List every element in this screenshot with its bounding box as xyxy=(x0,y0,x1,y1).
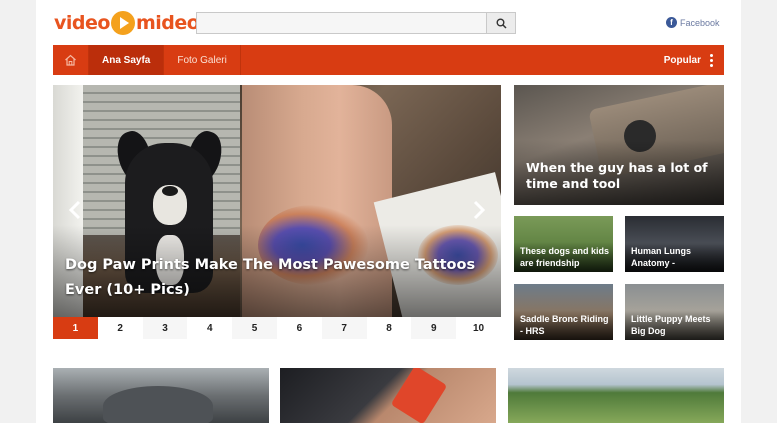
pager-item-10[interactable]: 10 xyxy=(456,317,501,339)
thumb-card[interactable]: These dogs and kids are friendship xyxy=(514,216,613,272)
pager-item-3[interactable]: 3 xyxy=(142,317,188,339)
search-icon xyxy=(496,18,507,29)
facebook-label: Facebook xyxy=(680,17,720,28)
chevron-left-icon xyxy=(68,200,81,220)
logo-text-video: video xyxy=(54,12,110,34)
logo-text-mideo: mideo xyxy=(135,12,200,34)
thumb-card[interactable]: Saddle Bronc Riding - HRS xyxy=(514,284,613,340)
pager-item-8[interactable]: 8 xyxy=(366,317,412,339)
thumb-caption: Little Puppy Meets Big Dog xyxy=(631,314,711,336)
slider-next-button[interactable] xyxy=(471,199,487,221)
thumb-card[interactable]: Little Puppy Meets Big Dog xyxy=(625,284,724,340)
thumb-caption: These dogs and kids are friendship xyxy=(520,246,610,268)
nav-item-ana-sayfa[interactable]: Ana Sayfa xyxy=(89,45,165,75)
thumb-caption: Human Lungs Anatomy - xyxy=(631,246,691,268)
logo-play-icon xyxy=(110,11,135,35)
facebook-link[interactable]: f Facebook xyxy=(666,17,720,28)
popular-label: Popular xyxy=(663,54,701,66)
slide-caption[interactable]: Dog Paw Prints Make The Most Pawesome Ta… xyxy=(65,253,495,303)
popular-menu-button[interactable]: Popular xyxy=(664,45,724,75)
pager-item-9[interactable]: 9 xyxy=(411,317,457,339)
pager-item-5[interactable]: 5 xyxy=(232,317,277,339)
pager-item-6[interactable]: 6 xyxy=(276,317,322,339)
slider-pager: 1 2 3 4 5 6 7 8 9 10 xyxy=(53,317,501,339)
thumb-card[interactable]: Human Lungs Anatomy - xyxy=(625,216,724,272)
chevron-right-icon xyxy=(473,200,486,220)
search-input[interactable] xyxy=(197,13,487,33)
home-icon xyxy=(65,54,76,66)
main-nav: Ana Sayfa Foto Galeri Popular xyxy=(53,45,724,75)
facebook-icon: f xyxy=(666,17,677,28)
search-button[interactable] xyxy=(486,13,515,33)
video-card-field[interactable] xyxy=(508,368,724,423)
vertical-dots-icon xyxy=(710,53,713,67)
pager-item-2[interactable]: 2 xyxy=(97,317,143,339)
nav-item-foto-galeri[interactable]: Foto Galeri xyxy=(164,45,241,75)
page: video mideo f Facebook Ana Sayfa Foto Ga… xyxy=(36,0,741,423)
featured-card-caption: When the guy has a lot of time and tool xyxy=(526,160,708,191)
slider-prev-button[interactable] xyxy=(67,199,83,221)
video-card-elephant[interactable] xyxy=(53,368,269,423)
featured-slider[interactable]: Dog Paw Prints Make The Most Pawesome Ta… xyxy=(53,85,501,317)
site-logo[interactable]: video mideo xyxy=(54,9,200,37)
search-bar xyxy=(196,12,516,34)
pager-item-7[interactable]: 7 xyxy=(321,317,367,339)
pager-item-1[interactable]: 1 xyxy=(53,317,98,339)
video-card-glue[interactable] xyxy=(280,368,496,423)
thumb-caption: Saddle Bronc Riding - HRS xyxy=(520,314,609,336)
nav-home-button[interactable] xyxy=(53,45,89,75)
pager-item-4[interactable]: 4 xyxy=(187,317,233,339)
featured-card[interactable]: When the guy has a lot of time and tool xyxy=(514,85,724,205)
